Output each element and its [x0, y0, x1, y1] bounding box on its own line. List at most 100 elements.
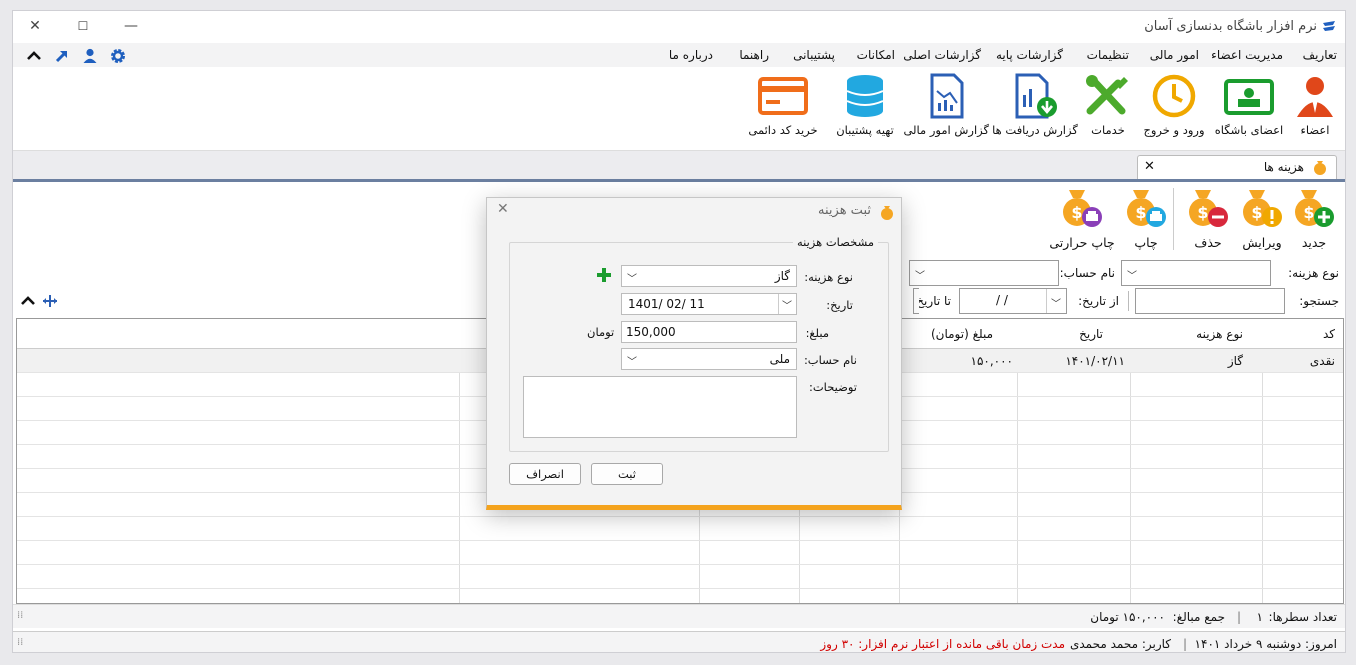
- cancel-button[interactable]: انصراف: [509, 463, 581, 485]
- ribbon-buy-license-button[interactable]: خرید کد دائمی: [741, 73, 825, 145]
- grip-icon[interactable]: ⁞⁞: [17, 610, 23, 621]
- header-code[interactable]: کد: [1323, 327, 1335, 341]
- tab-expenses[interactable]: هزینه ها ✕: [1137, 155, 1337, 179]
- money-bag-icon: [1314, 161, 1326, 175]
- clock-icon: [1152, 74, 1196, 118]
- maximize-button[interactable]: ☐: [69, 15, 97, 37]
- date-dropdown[interactable]: ﹀: [1046, 289, 1066, 313]
- notes-label: توضیحات:: [808, 380, 857, 394]
- ribbon-club-members-button[interactable]: اعضای باشگاه: [1211, 73, 1287, 145]
- total-label: جمع مبالغ:: [1172, 610, 1225, 624]
- menu-definitions[interactable]: تعاریف: [1303, 48, 1337, 62]
- money-bag-icon: [881, 206, 893, 220]
- menu-basic-reports[interactable]: گزارشات پایه: [996, 48, 1063, 62]
- summary-bar: تعداد سطرها: ۱ | جمع مبالغ: ۱۵۰,۰۰۰ توما…: [13, 604, 1345, 628]
- close-icon[interactable]: ✕: [1144, 159, 1155, 174]
- document-tab-strip: هزینه ها ✕: [13, 151, 1345, 179]
- expense-type-label: نوع هزینه:: [1288, 266, 1339, 280]
- cell-amount: ۱۵۰,۰۰۰: [970, 354, 1014, 368]
- menu-settings[interactable]: تنظیمات: [1087, 48, 1129, 62]
- search-label: جستجو:: [1299, 294, 1339, 308]
- ribbon-label: ورود و خروج: [1143, 123, 1205, 137]
- account-select[interactable]: ملی ﹀: [621, 348, 797, 370]
- expense-type-select[interactable]: ﹀: [1121, 260, 1271, 286]
- chevron-up-icon[interactable]: [19, 292, 37, 310]
- toolbar-label: ویرایش: [1242, 235, 1282, 250]
- menu-bar: تعاریف مدیریت اعضاء امور مالی تنظیمات گز…: [13, 43, 1345, 67]
- chevron-up-icon[interactable]: [25, 47, 43, 65]
- menu-features[interactable]: امکانات: [857, 48, 895, 62]
- date-placeholder: / /: [996, 293, 1008, 307]
- save-button[interactable]: ثبت: [591, 463, 663, 485]
- app-title: نرم افزار باشگاه بدنسازی آسان: [1144, 19, 1317, 34]
- amount-unit: تومان: [587, 325, 615, 339]
- header-expense-type[interactable]: نوع هزینه: [1196, 327, 1243, 341]
- thermal-print-button[interactable]: $ چاپ حرارتی: [1045, 186, 1119, 250]
- ribbon-members-button[interactable]: اعضاء: [1291, 73, 1339, 145]
- from-date-label: از تاریخ:: [1078, 294, 1119, 308]
- ribbon-backup-button[interactable]: تهیه پشتیبان: [825, 73, 905, 145]
- filter-divider: [1128, 291, 1129, 311]
- date-label: تاریخ:: [826, 298, 853, 312]
- ribbon-label: اعضاء: [1300, 123, 1330, 137]
- table-row-empty: [17, 517, 1343, 541]
- expense-type-select[interactable]: گاز ﹀: [621, 265, 797, 287]
- menu-members[interactable]: مدیریت اعضاء: [1211, 48, 1283, 62]
- delete-button[interactable]: $ حذف: [1183, 186, 1233, 250]
- date-picker[interactable]: 1401/ 02/ 11 ﹀: [621, 293, 797, 315]
- toolbar-label: چاپ: [1134, 235, 1158, 250]
- close-icon[interactable]: ✕: [497, 201, 509, 217]
- date-value: 1401/ 02/ 11: [628, 297, 705, 311]
- search-input[interactable]: [1135, 288, 1285, 314]
- chevron-down-icon: ﹀: [627, 357, 637, 368]
- ribbon-services-button[interactable]: خدمات: [1079, 73, 1137, 145]
- app-logo-icon: [1323, 21, 1335, 31]
- date-dropdown[interactable]: ﹀: [778, 294, 796, 314]
- ribbon-label: خرید کد دائمی: [748, 123, 818, 137]
- ribbon-label: اعضای باشگاه: [1214, 123, 1284, 137]
- print-button[interactable]: $ چاپ: [1123, 186, 1169, 250]
- ribbon-entry-exit-button[interactable]: ورود و خروج: [1137, 73, 1211, 145]
- arrow-up-right-icon[interactable]: [53, 47, 71, 65]
- menu-about[interactable]: درباره ما: [669, 48, 713, 62]
- resize-columns-icon[interactable]: [41, 292, 59, 310]
- notes-textarea[interactable]: [523, 376, 797, 438]
- menu-finance[interactable]: امور مالی: [1150, 48, 1199, 62]
- chevron-down-icon: ﹀: [915, 271, 925, 282]
- header-date[interactable]: تاریخ: [1079, 327, 1103, 341]
- toolbar-separator: [1173, 188, 1174, 250]
- add-expense-type-button[interactable]: [595, 266, 613, 284]
- gear-icon[interactable]: [109, 47, 127, 65]
- edit-button[interactable]: $ ویرایش: [1235, 186, 1289, 250]
- menu-help[interactable]: راهنما: [739, 48, 769, 62]
- toolbar-label: جدید: [1301, 235, 1327, 250]
- ribbon-label: گزارش امور مالی: [903, 123, 989, 137]
- user-icon[interactable]: [81, 47, 99, 65]
- minimize-button[interactable]: —: [117, 15, 145, 37]
- toolbar-label: حذف: [1194, 235, 1222, 250]
- menu-support[interactable]: پشتیبانی: [793, 48, 835, 62]
- header-amount[interactable]: مبلغ (تومان): [931, 327, 993, 341]
- ribbon-finance-report-button[interactable]: گزارش امور مالی: [903, 73, 989, 145]
- to-date-picker[interactable]: [913, 288, 919, 314]
- table-row-empty: [17, 565, 1343, 589]
- dialog-title: ثبت هزینه: [818, 203, 871, 218]
- chevron-down-icon: ﹀: [1127, 271, 1137, 282]
- svg-text:$: $: [1071, 203, 1082, 222]
- money-bag-add-icon: $: [1295, 190, 1334, 227]
- cell-expense-type: گاز: [1227, 354, 1243, 368]
- cell-date: ۱۴۰۱/۰۲/۱۱: [1065, 354, 1125, 368]
- money-bag-print-icon: $: [1127, 190, 1166, 227]
- account-name-select[interactable]: ﹀: [909, 260, 1059, 286]
- account-value: ملی: [769, 352, 790, 366]
- amount-value: 150,000: [626, 325, 676, 339]
- new-button[interactable]: $ جدید: [1289, 186, 1339, 250]
- ribbon-receipts-report-button[interactable]: گزارش دریافت ها: [989, 73, 1081, 145]
- cell-code: نقدی: [1309, 354, 1335, 368]
- close-window-button[interactable]: ✕: [21, 15, 49, 37]
- amount-input[interactable]: 150,000: [621, 321, 797, 343]
- from-date-picker[interactable]: / / ﹀: [959, 288, 1067, 314]
- menu-main-reports[interactable]: گزارشات اصلی: [903, 48, 981, 62]
- current-user: کاربر: محمد محمدی: [1069, 637, 1171, 651]
- grip-icon[interactable]: ⁞⁞: [17, 637, 23, 648]
